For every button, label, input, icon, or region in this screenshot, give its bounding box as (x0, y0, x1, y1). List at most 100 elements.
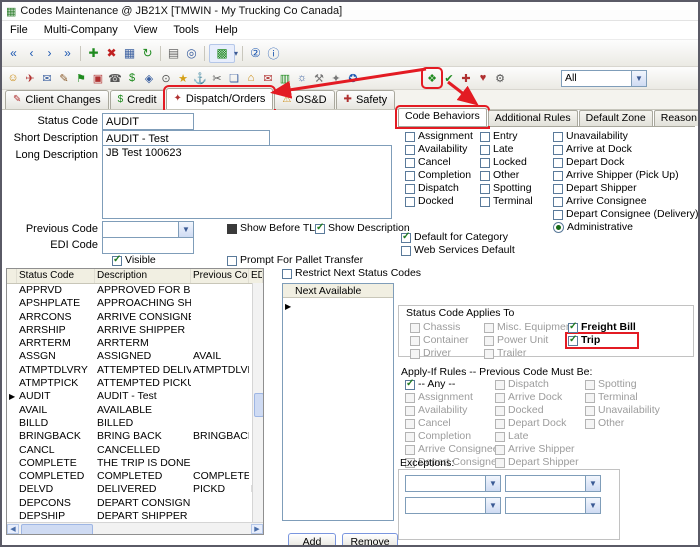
chevron-down-icon[interactable]: ▼ (585, 476, 600, 491)
checkbox-freight-bill[interactable]: Freight Bill (568, 322, 636, 333)
tab-credit[interactable]: $Credit (110, 90, 165, 109)
codes-maintenance-icon[interactable]: ❖ (424, 70, 440, 86)
zones-icon[interactable]: ◈ (141, 70, 157, 86)
menu-view[interactable]: View (126, 22, 166, 38)
table-row[interactable]: BILLDBILLED (7, 417, 263, 430)
edi-code-input[interactable] (102, 237, 194, 254)
exception-combo-3[interactable]: ▼ (405, 497, 501, 514)
checkbox-late[interactable]: Late (495, 431, 579, 442)
checkbox-driver[interactable]: Driver (410, 348, 469, 359)
menu-file[interactable]: File (2, 22, 36, 38)
next-available-list[interactable]: Next Available ▶ (282, 283, 394, 521)
checkbox-dispatch[interactable]: Dispatch (405, 183, 473, 194)
menu-help[interactable]: Help (207, 22, 246, 38)
long-description-input[interactable]: JB Test 100623 (102, 145, 392, 219)
table-row[interactable]: DELVDDELIVEREDPICKDD (7, 483, 263, 496)
shield-icon[interactable]: ✪ (345, 70, 361, 86)
table-row[interactable]: ASSGNASSIGNEDAVAIL (7, 350, 263, 363)
checkbox-arrive-at-dock[interactable]: Arrive at Dock (553, 144, 698, 155)
horizontal-scrollbar[interactable]: ◀ ▶ (7, 522, 263, 534)
checkbox-depart-shipper[interactable]: Depart Shipper (553, 183, 698, 194)
copy-icon[interactable]: ❏ (226, 70, 242, 86)
security-icon[interactable]: ✦ (328, 70, 344, 86)
tab-client-changes[interactable]: ✎Client Changes (5, 90, 109, 109)
image-menu-button[interactable]: ▩ (209, 44, 235, 63)
checkbox-depart-consignee-delivery[interactable]: Depart Consignee (Delivery) (553, 209, 698, 220)
checkbox-unavailability[interactable]: Unavailability (553, 131, 698, 142)
clients-icon[interactable]: ☺ (5, 70, 21, 86)
table-row[interactable]: COMPLETEDCOMPLETEDCOMPLETED (7, 470, 263, 483)
checkbox-assignment[interactable]: Assignment (405, 392, 503, 403)
checkbox-entry[interactable]: Entry (480, 131, 533, 142)
checkbox-chassis[interactable]: Chassis (410, 322, 469, 333)
checkbox-other[interactable]: Other (585, 418, 660, 429)
mail-icon[interactable]: ✉ (260, 70, 276, 86)
phone-icon[interactable]: ☎ (107, 70, 123, 86)
menu-multi-company[interactable]: Multi-Company (36, 22, 126, 38)
search-icon[interactable]: ◎ (183, 45, 200, 62)
checkbox-depart-shipper[interactable]: Depart Shipper (495, 457, 579, 468)
checkbox-show-before-tl[interactable]: Show Before TL (227, 223, 315, 234)
checkbox-arrive-shipper-pick-up[interactable]: Arrive Shipper (Pick Up) (553, 170, 698, 181)
delete-record-icon[interactable]: ✖ (103, 45, 120, 62)
column-header-description[interactable]: Description (95, 269, 191, 283)
next-record-icon[interactable]: › (41, 45, 58, 62)
last-record-icon[interactable]: » (59, 45, 76, 62)
orders-icon[interactable]: ▣ (90, 70, 106, 86)
settings-gear-icon[interactable]: ⚙ (492, 70, 508, 86)
subtab-code-behaviors[interactable]: Code Behaviors (398, 108, 487, 126)
table-row[interactable]: ▶AUDITAUDIT - Test (7, 390, 263, 403)
chevron-down-icon[interactable]: ▼ (485, 476, 500, 491)
chevron-down-icon[interactable]: ▼ (585, 498, 600, 513)
checkbox-visible[interactable]: Visible (112, 255, 156, 266)
add-item-icon[interactable]: ✚ (458, 70, 474, 86)
checkbox-trailer[interactable]: Trailer (484, 348, 575, 359)
checkbox-terminal[interactable]: Terminal (480, 196, 533, 207)
column-header-status-code[interactable]: Status Code (17, 269, 95, 283)
terminal-icon[interactable]: ⚓ (192, 70, 208, 86)
checkbox-completion[interactable]: Completion (405, 170, 473, 181)
checkbox-trip[interactable]: Trip (568, 335, 636, 346)
print-icon[interactable]: ▤ (165, 45, 182, 62)
tools-icon[interactable]: ⚒ (311, 70, 327, 86)
checkbox-availability[interactable]: Availability (405, 405, 503, 416)
subtab-reason-codes[interactable]: Reason Codes (654, 110, 700, 126)
trips-icon[interactable]: ✈ (22, 70, 38, 86)
dispatch-flag-icon[interactable]: ⚑ (73, 70, 89, 86)
checkbox-default-for-category[interactable]: Default for Category (401, 232, 508, 243)
table-row[interactable]: ATMPTDLVRYATTEMPTED DELIVERATMPTDLVRY (7, 364, 263, 377)
web-icon[interactable]: ☼ (294, 70, 310, 86)
checkbox-prompt-for-pallet-transfer[interactable]: Prompt For Pallet Transfer (227, 255, 363, 266)
checkbox-spotting[interactable]: Spotting (480, 183, 533, 194)
table-row[interactable]: APSHPLATEAPPROACHING SHIP (7, 297, 263, 310)
table-row[interactable]: ARRSHIPARRIVE SHIPPER (7, 324, 263, 337)
checkbox-arrive-dock[interactable]: Arrive Dock (495, 392, 579, 403)
previous-code-combo[interactable]: ▼ (102, 221, 194, 238)
checkbox-arrive-consignee[interactable]: Arrive Consignee (553, 196, 698, 207)
edit-codes-icon[interactable]: ✎ (56, 70, 72, 86)
rates-icon[interactable]: $ (124, 70, 140, 86)
info-icon[interactable]: ⓘ (265, 45, 282, 62)
refresh-icon[interactable]: ↻ (139, 45, 156, 62)
table-row[interactable]: BRINGBACKBRING BACKBRINGBACK (7, 430, 263, 443)
checkbox-docked[interactable]: Docked (495, 405, 579, 416)
home-icon[interactable]: ⌂ (243, 70, 259, 86)
checkbox-depart-dock[interactable]: Depart Dock (495, 418, 579, 429)
save-icon[interactable]: ▦ (121, 45, 138, 62)
status-code-input[interactable] (102, 113, 194, 130)
title-bar[interactable]: ▦ Codes Maintenance @ JB21X [TMWIN - My … (2, 2, 698, 21)
table-row[interactable]: CANCLCANCELLED (7, 444, 263, 457)
scroll-left-icon[interactable]: ◀ (7, 524, 19, 534)
checkbox-assignment[interactable]: Assignment (405, 131, 473, 142)
checkbox-power-unit[interactable]: Power Unit (484, 335, 575, 346)
remove-button[interactable]: Remove (342, 533, 398, 547)
checkbox-locked[interactable]: Locked (480, 157, 533, 168)
table-row[interactable]: ARRTERMARRTERM (7, 337, 263, 350)
approve-icon[interactable]: ✔ (441, 70, 457, 86)
radio-administrative[interactable]: Administrative (553, 222, 698, 233)
checkbox-restrict-next-status-codes[interactable]: Restrict Next Status Codes (282, 268, 421, 279)
filter-combo[interactable]: All▼ (561, 70, 647, 87)
first-record-icon[interactable]: « (5, 45, 22, 62)
checkbox-completion[interactable]: Completion (405, 431, 503, 442)
column-header-ed[interactable]: ED (249, 269, 263, 283)
